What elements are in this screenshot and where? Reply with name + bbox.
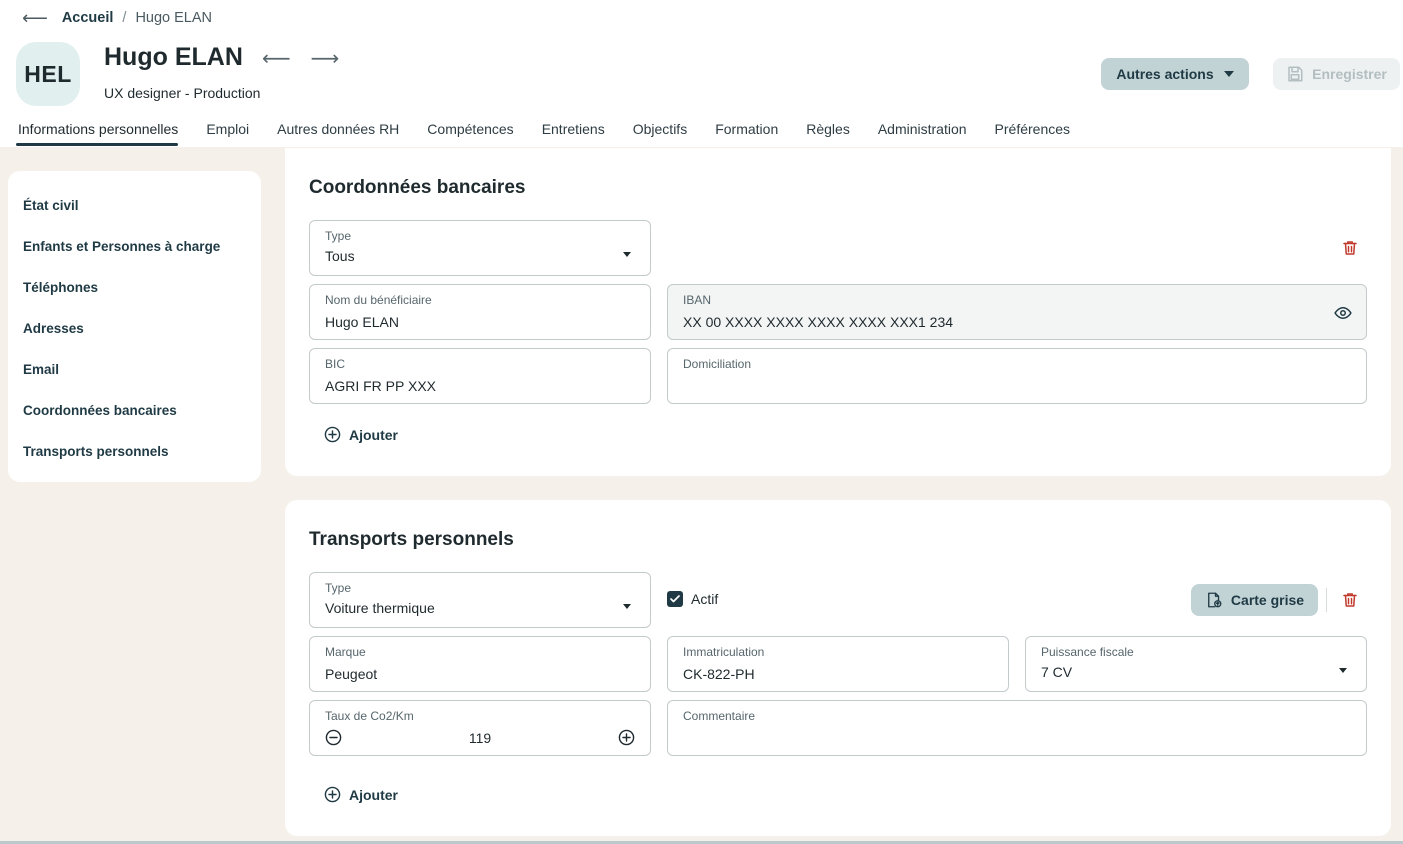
iban-field: IBAN XX 00 XXXX XXXX XXXX XXXX XXX1 234 [667, 284, 1367, 340]
plus-circle-icon [324, 786, 341, 803]
tab-objectifs[interactable]: Objectifs [619, 112, 701, 147]
co2-rate-stepper[interactable]: Taux de Co2/Km 119 [309, 700, 651, 756]
bank-type-label: Type [325, 229, 352, 243]
page-title: Hugo ELAN [104, 43, 243, 71]
bank-type-select[interactable]: Type Tous [309, 220, 651, 276]
bic-value: AGRI FR PP XXX [325, 378, 436, 394]
active-checkbox-group: Actif [667, 591, 718, 607]
transport-type-label: Type [325, 581, 352, 595]
fiscal-power-select[interactable]: Puissance fiscale 7 CV [1025, 636, 1367, 692]
plus-circle-icon[interactable] [618, 729, 635, 746]
back-arrow-icon[interactable]: ⟵ [22, 8, 48, 29]
sidebar-item-adresses[interactable]: Adresses [8, 308, 261, 349]
employee-navigation: ⟵ ⟶ [262, 46, 339, 71]
chevron-down-icon [1223, 71, 1234, 77]
sidebar-item-transports-personnels[interactable]: Transports personnels [8, 431, 261, 472]
co2-label: Taux de Co2/Km [325, 709, 414, 723]
breadcrumb-separator: / [122, 10, 127, 26]
iban-value: XX 00 XXXX XXXX XXXX XXXX XXX1 234 [683, 314, 954, 330]
bank-type-value: Tous [325, 248, 355, 264]
save-label: Enregistrer [1312, 66, 1387, 82]
transport-type-select[interactable]: Type Voiture thermique [309, 572, 651, 628]
employee-role: UX designer - Production [104, 85, 261, 101]
floppy-disk-icon [1288, 66, 1303, 82]
brand-label: Marque [325, 645, 366, 659]
tab-informations-personnelles[interactable]: Informations personnelles [0, 112, 192, 147]
co2-value: 119 [468, 730, 492, 746]
bank-section-title: Coordonnées bancaires [309, 177, 526, 198]
comment-label: Commentaire [683, 709, 756, 723]
add-bank-label: Ajouter [349, 426, 398, 443]
fiscal-power-value: 7 CV [1041, 664, 1073, 680]
active-checkbox-label: Actif [691, 591, 719, 607]
breadcrumb-home-link[interactable]: Accueil [62, 10, 114, 26]
domiciliation-label: Domiciliation [683, 357, 752, 371]
tab-formation[interactable]: Formation [701, 112, 792, 147]
plate-label: Immatriculation [683, 645, 765, 659]
bic-field[interactable]: BIC AGRI FR PP XXX [309, 348, 651, 404]
other-actions-label: Autres actions [1116, 66, 1214, 82]
beneficiary-label: Nom du bénéficiaire [325, 293, 432, 307]
delete-transport-trash-icon[interactable] [1341, 591, 1359, 609]
brand-field[interactable]: Marque Peugeot [309, 636, 651, 692]
checkmark-icon [670, 595, 680, 603]
save-button[interactable]: Enregistrer [1273, 58, 1400, 90]
carte-grise-button[interactable]: Carte grise [1191, 584, 1318, 616]
beneficiary-name-field[interactable]: Nom du bénéficiaire Hugo ELAN [309, 284, 651, 340]
tab-emploi[interactable]: Emploi [192, 112, 263, 147]
transport-section-title: Transports personnels [309, 529, 514, 550]
breadcrumb: ⟵ Accueil / Hugo ELAN [22, 8, 212, 28]
section-sidebar: État civil Enfants et Personnes à charge… [8, 171, 261, 482]
tab-regles[interactable]: Règles [792, 112, 864, 147]
transport-type-value: Voiture thermique [325, 600, 435, 616]
delete-bank-trash-icon[interactable] [1341, 239, 1359, 257]
iban-label: IBAN [683, 293, 712, 307]
other-actions-button[interactable]: Autres actions [1101, 58, 1249, 90]
breadcrumb-current: Hugo ELAN [135, 10, 213, 26]
tab-entretiens[interactable]: Entretiens [528, 112, 619, 147]
sidebar-item-coordonnees-bancaires[interactable]: Coordonnées bancaires [8, 390, 261, 431]
add-transport-label: Ajouter [349, 786, 398, 803]
domiciliation-field[interactable]: Domiciliation [667, 348, 1367, 404]
brand-value: Peugeot [325, 666, 378, 682]
plate-value: CK-822-PH [683, 666, 755, 682]
next-employee-arrow-icon[interactable]: ⟶ [311, 46, 340, 71]
plate-field[interactable]: Immatriculation CK-822-PH [667, 636, 1009, 692]
previous-employee-arrow-icon[interactable]: ⟵ [262, 46, 291, 71]
sidebar-item-email[interactable]: Email [8, 349, 261, 390]
vertical-divider [1326, 588, 1327, 612]
add-transport-button[interactable]: Ajouter [324, 786, 398, 803]
bic-label: BIC [325, 357, 346, 371]
add-bank-account-button[interactable]: Ajouter [324, 426, 398, 443]
tab-bar: Informations personnelles Emploi Autres … [0, 112, 1084, 147]
file-upload-icon [1207, 592, 1222, 608]
eye-icon[interactable] [1334, 304, 1352, 322]
avatar: HEL [16, 42, 80, 106]
bank-details-card: Coordonnées bancaires Type Tous Nom du b… [285, 148, 1391, 476]
sidebar-item-telephones[interactable]: Téléphones [8, 267, 261, 308]
personal-transport-card: Transports personnels Type Voiture therm… [285, 500, 1391, 836]
sidebar-item-enfants[interactable]: Enfants et Personnes à charge [8, 226, 261, 267]
sidebar-item-etat-civil[interactable]: État civil [8, 185, 261, 226]
comment-field[interactable]: Commentaire [667, 700, 1367, 756]
beneficiary-value: Hugo ELAN [325, 314, 399, 330]
fiscal-power-label: Puissance fiscale [1041, 645, 1134, 659]
page-header: ⟵ Accueil / Hugo ELAN HEL Hugo ELAN ⟵ ⟶ … [0, 0, 1403, 147]
dropdown-caret-icon [623, 604, 631, 609]
tab-administration[interactable]: Administration [864, 112, 981, 147]
tab-autres-donnees-rh[interactable]: Autres données RH [263, 112, 413, 147]
dropdown-caret-icon [1339, 668, 1347, 673]
active-checkbox[interactable] [667, 591, 683, 607]
dropdown-caret-icon [623, 252, 631, 257]
carte-grise-label: Carte grise [1230, 592, 1305, 608]
tab-competences[interactable]: Compétences [413, 112, 527, 147]
plus-circle-icon [324, 426, 341, 443]
tab-preferences[interactable]: Préférences [981, 112, 1084, 147]
